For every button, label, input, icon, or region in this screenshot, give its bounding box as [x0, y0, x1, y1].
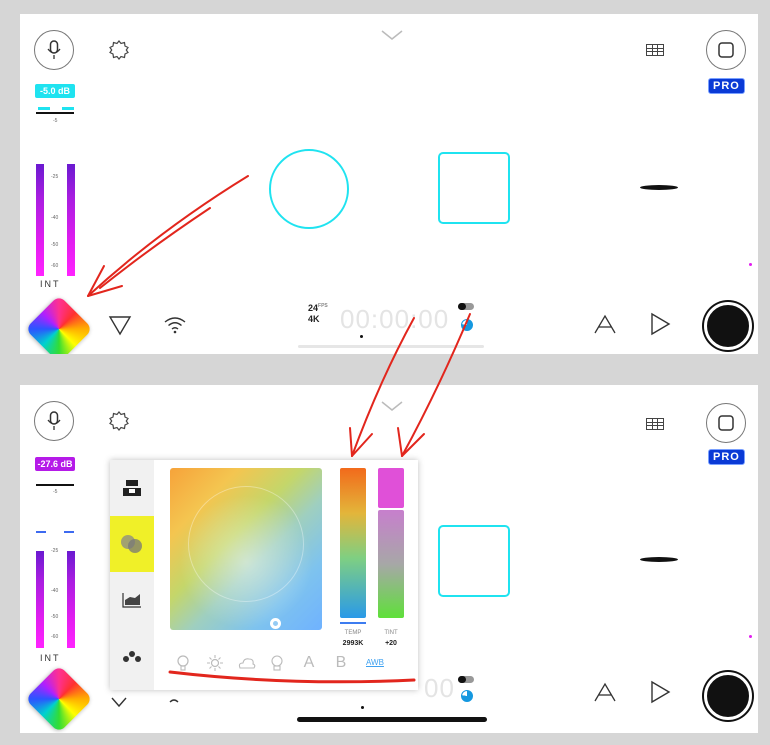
annotation-overlay: [87, 175, 471, 684]
annotation-arrow-tint: [401, 313, 471, 457]
annotation-underline: [168, 670, 416, 684]
annotation-arrow-temp: [351, 317, 415, 457]
